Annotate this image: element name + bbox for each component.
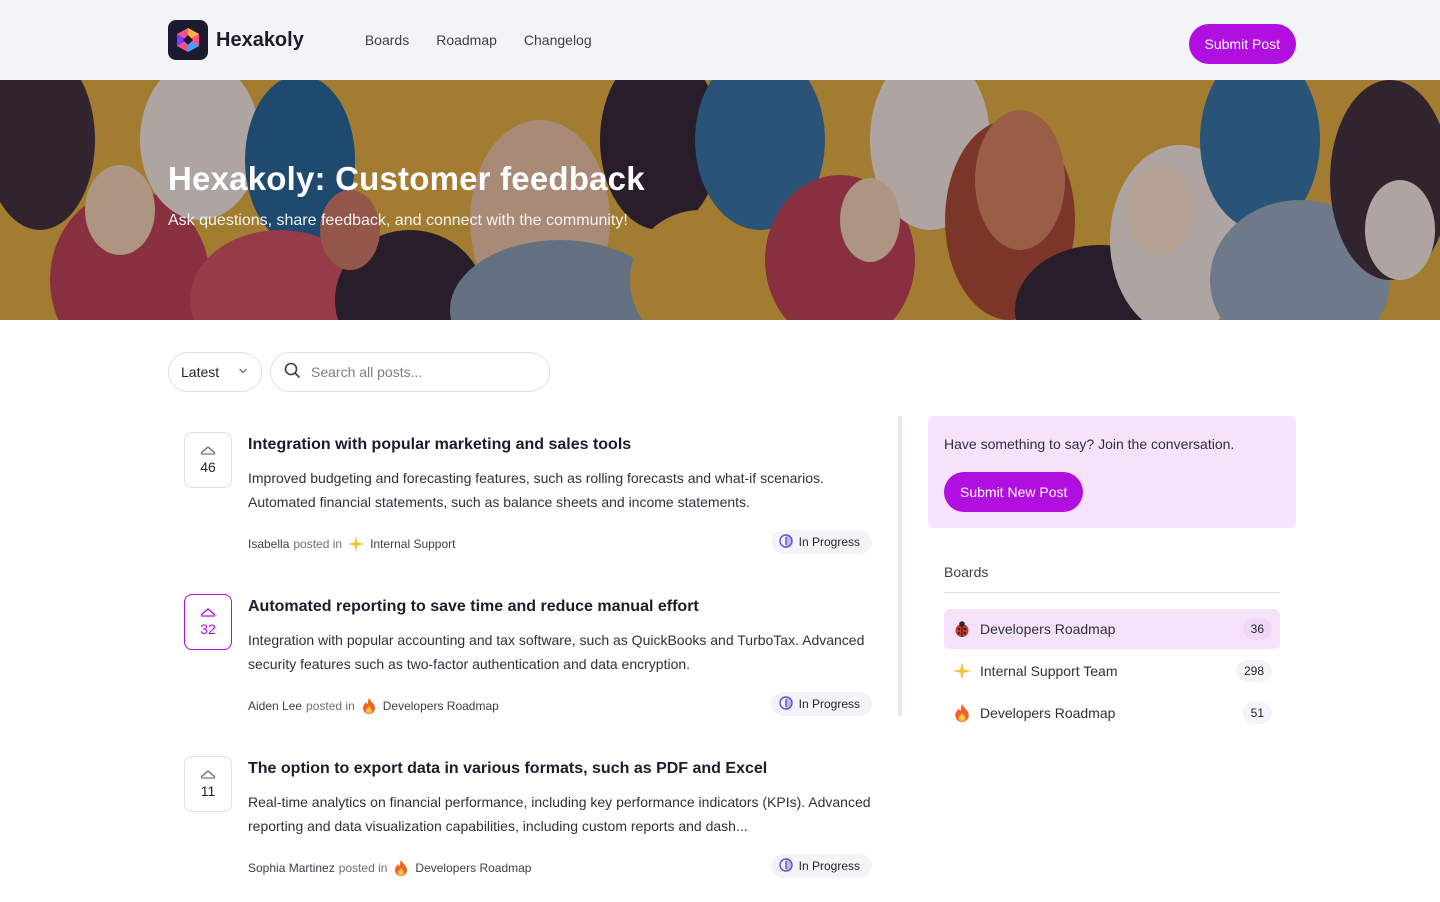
- fire-icon: [952, 703, 972, 723]
- post-author[interactable]: Aiden Lee: [248, 699, 302, 713]
- posted-in-label: posted in: [306, 699, 355, 713]
- fire-icon: [391, 858, 411, 878]
- board-item-internal-support-team[interactable]: Internal Support Team 298: [944, 651, 1280, 691]
- post-author[interactable]: Isabella: [248, 537, 289, 551]
- upvote-button[interactable]: 11: [184, 756, 232, 812]
- post-list: 46 Integration with popular marketing an…: [168, 416, 880, 902]
- board-list: Developers Roadmap 36 Internal Support T…: [944, 609, 1280, 733]
- post-card[interactable]: 46 Integration with popular marketing an…: [168, 416, 880, 578]
- search-box[interactable]: [270, 352, 550, 392]
- ladybug-icon: [952, 619, 972, 639]
- vote-count: 32: [200, 621, 216, 637]
- board-item-developers-roadmap-2[interactable]: Developers Roadmap 51: [944, 693, 1280, 733]
- post-author[interactable]: Sophia Martinez: [248, 861, 335, 875]
- post-title[interactable]: The option to export data in various for…: [248, 760, 767, 778]
- page-subtitle: Ask questions, share feedback, and conne…: [168, 212, 628, 229]
- post-excerpt: Real-time analytics on financial perform…: [248, 794, 871, 834]
- cta-text: Have something to say? Join the conversa…: [944, 436, 1235, 452]
- status-label: In Progress: [798, 697, 860, 711]
- hero-banner: Hexakoly: Customer feedback Ask question…: [0, 80, 1440, 320]
- vote-count: 11: [200, 783, 216, 799]
- page-title: Hexakoly: Customer feedback: [168, 160, 645, 197]
- post-board-link[interactable]: Developers Roadmap: [415, 861, 531, 875]
- board-count: 51: [1242, 702, 1272, 724]
- submit-new-post-button[interactable]: Submit New Post: [944, 472, 1084, 512]
- search-icon: [283, 361, 301, 384]
- post-card[interactable]: 32 Automated reporting to save time and …: [168, 578, 880, 740]
- post-board-link[interactable]: Developers Roadmap: [383, 699, 499, 713]
- sparkle-icon: [952, 661, 972, 681]
- board-name: Developers Roadmap: [980, 621, 1116, 637]
- posted-in-label: posted in: [293, 537, 343, 551]
- in-progress-icon: [778, 695, 793, 713]
- post-excerpt: Integration with popular accounting and …: [248, 632, 865, 672]
- post-meta: Sophia Martinez posted in Developers Roa…: [248, 858, 531, 878]
- post-excerpt: Improved budgeting and forecasting featu…: [248, 470, 824, 510]
- status-badge: In Progress: [770, 854, 872, 878]
- post-board-link[interactable]: Internal Support: [370, 537, 455, 551]
- upvote-arrow-icon: [200, 608, 216, 617]
- upvote-arrow-icon: [200, 446, 216, 455]
- column-divider: [898, 416, 902, 716]
- sort-value: Latest: [181, 364, 220, 380]
- post-title[interactable]: Automated reporting to save time and red…: [248, 598, 699, 616]
- vote-count: 46: [200, 459, 216, 475]
- nav-boards[interactable]: Boards: [365, 32, 409, 48]
- upvote-arrow-icon: [200, 770, 216, 779]
- upvote-button[interactable]: 32: [184, 594, 232, 650]
- hexakoly-logo-icon: [168, 20, 208, 60]
- nav-roadmap[interactable]: Roadmap: [436, 32, 497, 48]
- search-input[interactable]: [311, 364, 531, 380]
- board-item-developers-roadmap[interactable]: Developers Roadmap 36: [944, 609, 1280, 649]
- board-count: 36: [1242, 618, 1272, 640]
- status-label: In Progress: [798, 535, 860, 549]
- main-nav: Boards Roadmap Changelog: [365, 32, 592, 48]
- post-meta: Aiden Lee posted in Developers Roadmap: [248, 696, 499, 716]
- post-filters: Latest: [168, 352, 550, 392]
- board-name: Internal Support Team: [980, 663, 1118, 679]
- top-bar: Hexakoly Boards Roadmap Changelog Submit…: [0, 0, 1440, 80]
- sort-dropdown[interactable]: Latest: [168, 352, 262, 392]
- fire-icon: [359, 696, 379, 716]
- submit-post-button[interactable]: Submit Post: [1188, 24, 1296, 64]
- post-card[interactable]: 11 The option to export data in various …: [168, 740, 880, 902]
- post-meta: Isabella posted in Internal Support: [248, 534, 455, 554]
- status-badge: In Progress: [770, 692, 872, 716]
- post-title[interactable]: Integration with popular marketing and s…: [248, 436, 631, 454]
- boards-heading: Boards: [944, 564, 1280, 593]
- board-name: Developers Roadmap: [980, 705, 1116, 721]
- posted-in-label: posted in: [338, 861, 388, 875]
- nav-changelog[interactable]: Changelog: [524, 32, 592, 48]
- brand-name: Hexakoly: [216, 28, 304, 51]
- boards-panel: Boards Developers Roadmap 36 Internal Su…: [944, 564, 1280, 735]
- status-badge: In Progress: [770, 530, 872, 554]
- status-label: In Progress: [798, 859, 860, 873]
- sparkle-icon: [346, 534, 366, 554]
- upvote-button[interactable]: 46: [184, 432, 232, 488]
- board-count: 298: [1235, 660, 1272, 682]
- in-progress-icon: [778, 857, 793, 875]
- logo[interactable]: Hexakoly: [168, 20, 304, 60]
- chevron-down-icon: [237, 364, 249, 380]
- in-progress-icon: [778, 533, 793, 551]
- join-conversation-card: Have something to say? Join the conversa…: [928, 416, 1296, 528]
